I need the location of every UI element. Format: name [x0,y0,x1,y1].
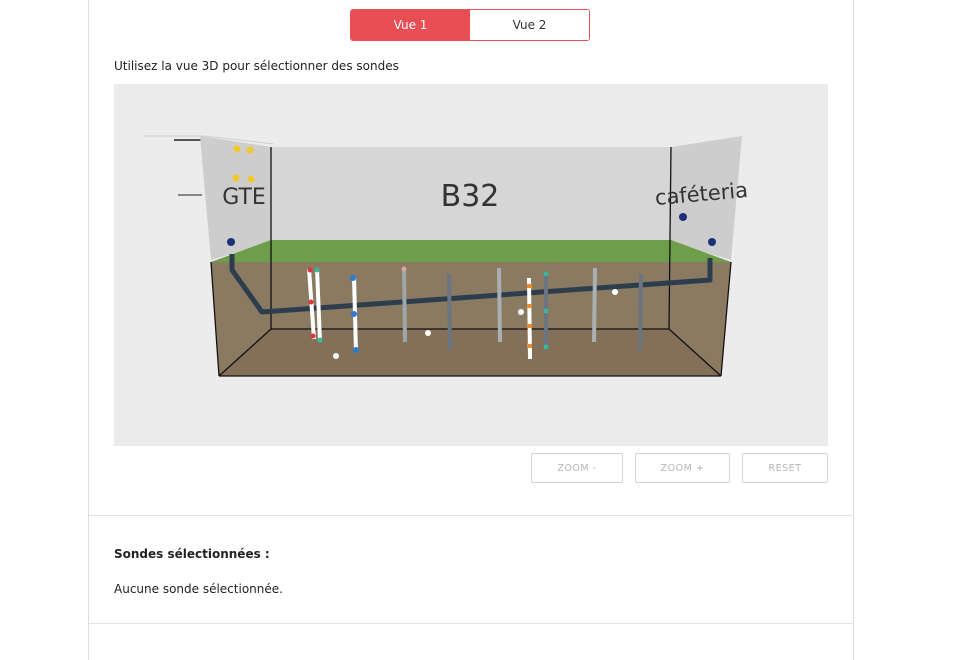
sensor-dot[interactable] [708,238,716,246]
3d-viewer[interactable]: GTE B32 caféteria [114,84,828,446]
selected-probes-title: Sondes sélectionnées : [114,547,270,561]
zoom-out-button[interactable]: ZOOM - [531,453,623,483]
left-wall-label: GTE [222,185,266,210]
view-tabs: Vue 1 Vue 2 [350,9,590,41]
room-label: B32 [441,179,500,214]
soil-floor [219,329,721,376]
section-divider [89,515,853,516]
grass-surface [211,240,731,262]
section-divider [89,623,853,624]
selected-probes-empty: Aucune sonde sélectionnée. [114,582,283,596]
sensor-dot[interactable] [227,238,235,246]
reset-button[interactable]: RESET [742,453,828,483]
main-card: Vue 1 Vue 2 Utilisez la vue 3D pour séle… [88,0,854,660]
instruction-text: Utilisez la vue 3D pour sélectionner des… [114,59,399,73]
zoom-in-button[interactable]: ZOOM + [635,453,730,483]
tab-vue-2[interactable]: Vue 2 [470,10,589,40]
3d-scene[interactable]: GTE B32 caféteria [114,84,828,446]
tab-vue-1[interactable]: Vue 1 [351,10,470,40]
sensor-dot[interactable] [679,213,687,221]
